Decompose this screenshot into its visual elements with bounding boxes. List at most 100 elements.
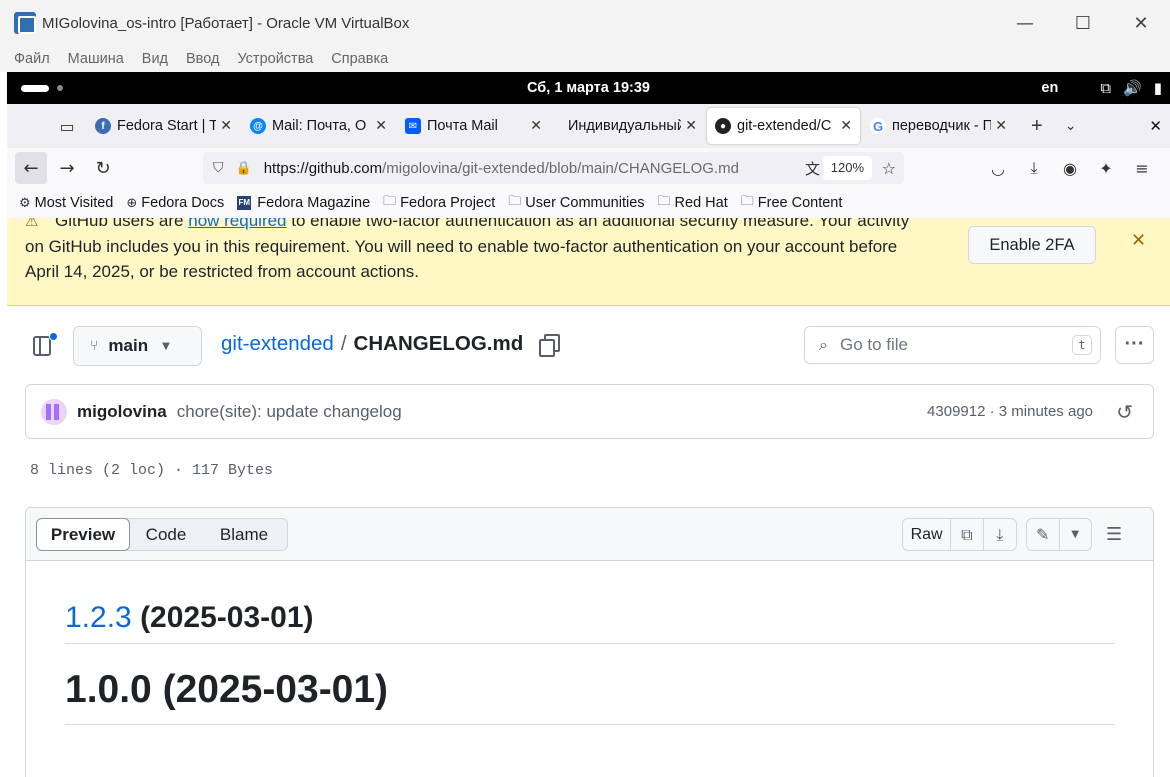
battery-icon[interactable]: ▮ [1154, 79, 1162, 97]
activities-indicator[interactable] [21, 84, 49, 92]
bookmark-fedora-magazine[interactable]: FM Fedora Magazine [237, 195, 370, 211]
bookmark-star-icon[interactable]: ☆ [882, 159, 896, 178]
go-to-file-input[interactable]: ⌕ Go to file t [804, 326, 1101, 364]
search-icon: ⌕ [819, 335, 828, 354]
bookmark-fedora-project[interactable]: 🗀 Fedora Project [383, 192, 495, 214]
commit-author[interactable]: migolovina [77, 402, 167, 422]
tracking-shield-icon[interactable]: ⛉ [213, 160, 224, 176]
bookmark-free-content[interactable]: 🗀 Free Content [741, 192, 843, 214]
file-info: 8 lines (2 loc) · 117 Bytes [30, 462, 274, 479]
bookmark-most-visited[interactable]: ⚙ Most Visited [19, 195, 113, 211]
markdown-body: 1.2.3 (2025-03-01) 1.0.0 (2025-03-01) [65, 601, 1115, 725]
volume-icon[interactable]: 🔊 [1123, 79, 1142, 97]
clock[interactable]: Сб, 1 марта 19:39 [7, 80, 1170, 96]
keyboard-layout[interactable]: en [1041, 80, 1058, 96]
repo-link[interactable]: git-extended [221, 332, 334, 356]
virtualbox-menubar: Файл Машина Вид Ввод Устройства Справка [0, 46, 1170, 72]
tab-close-icon[interactable]: ✕ [220, 118, 232, 134]
close-window-button[interactable]: ✕ [1112, 13, 1170, 34]
window-title: MIGolovina_os-intro [Работает] - Oracle … [42, 14, 410, 32]
tab-fedora-start[interactable]: f Fedora Start | T ✕ [87, 108, 240, 144]
tab-close-icon[interactable]: ✕ [375, 118, 387, 134]
url-text[interactable]: https://github.com/migolovina/git-extend… [264, 160, 739, 177]
two-factor-banner: ⚠ GitHub users are now required to enable… [7, 218, 1170, 306]
bookmark-red-hat[interactable]: 🗀 Red Hat [658, 192, 728, 214]
account-icon[interactable]: ◉ [1052, 159, 1088, 178]
back-button[interactable]: ← [15, 152, 47, 184]
more-options-button[interactable]: ··· [1115, 326, 1154, 364]
tab-mail[interactable]: @ Mail: Почта, О ✕ [242, 108, 395, 144]
commit-sha-time[interactable]: 4309912 · 3 minutes ago [927, 403, 1093, 420]
tab-translator[interactable]: G переводчик - П ✕ [862, 108, 1015, 144]
branch-selector-button[interactable]: ⑂ main ▼ [73, 326, 202, 366]
edit-actions: ✎ ▼ [1026, 518, 1092, 551]
menu-file[interactable]: Файл [14, 51, 50, 67]
heading-1-0-0: 1.0.0 (2025-03-01) [65, 668, 1115, 725]
address-bar[interactable]: ⛉ 🔒 https://github.com/migolovina/git-ex… [203, 152, 904, 184]
google-favicon-icon: G [870, 118, 886, 134]
edit-dropdown-caret-icon[interactable]: ▼ [1060, 519, 1092, 550]
hamburger-menu-icon[interactable]: ≡ [1124, 159, 1160, 178]
commit-message[interactable]: chore(site): update changelog [177, 402, 402, 422]
heading-1-2-3: 1.2.3 (2025-03-01) [65, 601, 1115, 644]
file-tree-toggle-icon[interactable] [33, 332, 58, 358]
reload-button[interactable]: ↻ [87, 152, 119, 184]
gnome-top-bar: Сб, 1 марта 19:39 en ⧉ 🔊 ▮ [7, 72, 1170, 104]
copy-path-icon[interactable] [539, 334, 561, 357]
tab-git-extended[interactable]: ● git-extended/C ✕ [707, 108, 860, 144]
tab-close-icon[interactable]: ✕ [685, 118, 697, 134]
tab-individual[interactable]: Индивидуальный ✕ [552, 108, 705, 144]
enable-2fa-button[interactable]: Enable 2FA [968, 226, 1096, 264]
tab-label: git-extended/C [737, 118, 832, 134]
downloads-icon[interactable]: ⤓ [1016, 158, 1052, 178]
file-viewer-header: Preview Code Blame Raw ⧉ ⤓ ✎ ▼ ☰ [26, 508, 1153, 561]
list-all-tabs-chevron-icon[interactable]: ⌄ [1065, 118, 1077, 134]
bookmark-user-communities[interactable]: 🗀 User Communities [508, 192, 644, 214]
translate-icon[interactable]: 文 [805, 158, 820, 179]
branch-name: main [108, 336, 149, 355]
tab-close-icon[interactable]: ✕ [995, 118, 1007, 134]
copy-raw-icon[interactable]: ⧉ [951, 519, 984, 550]
forward-button[interactable]: → [51, 152, 83, 184]
minimize-button[interactable]: — [996, 13, 1054, 34]
menu-devices[interactable]: Устройства [237, 51, 313, 67]
gear-icon: ⚙ [19, 195, 31, 211]
now-required-link[interactable]: now required [188, 218, 286, 230]
network-icon[interactable]: ⧉ [1100, 79, 1111, 97]
edit-pencil-icon[interactable]: ✎ [1027, 519, 1060, 550]
maximize-button[interactable]: ☐ [1054, 13, 1112, 34]
lock-icon[interactable]: 🔒 [236, 161, 252, 176]
menu-help[interactable]: Справка [331, 51, 388, 67]
globe-icon: ⊕ [126, 195, 138, 211]
breadcrumb: git-extended / CHANGELOG.md [221, 332, 561, 357]
workspace-dot[interactable] [57, 85, 63, 91]
pocket-icon[interactable]: ◡ [980, 159, 1016, 178]
bookmark-fedora-docs[interactable]: ⊕ Fedora Docs [126, 195, 224, 211]
close-browser-icon[interactable]: ✕ [1149, 117, 1162, 135]
breadcrumb-separator: / [340, 332, 347, 355]
menu-input[interactable]: Ввод [186, 51, 219, 67]
dismiss-banner-close-icon[interactable]: ✕ [1131, 230, 1146, 251]
raw-button[interactable]: Raw [903, 519, 952, 550]
new-tab-button[interactable]: + [1031, 115, 1043, 138]
web-page: ⚠ GitHub users are now required to enable… [7, 218, 1170, 777]
menu-view[interactable]: Вид [142, 51, 168, 67]
tab-label: Почта Mail [427, 118, 498, 134]
menu-machine[interactable]: Машина [68, 51, 124, 67]
tab-close-icon[interactable]: ✕ [530, 118, 542, 134]
browser-navbar: ← → ↻ ⛉ 🔒 https://github.com/migolovina/… [7, 148, 1170, 188]
avatar[interactable] [41, 398, 67, 425]
tab-close-icon[interactable]: ✕ [840, 118, 852, 134]
firefox-view-button[interactable]: ▭ [49, 111, 85, 141]
tab-preview[interactable]: Preview [36, 518, 130, 551]
tab-blame[interactable]: Blame [203, 519, 285, 550]
tab-pochta-mail[interactable]: ✉ Почта Mail ✕ [397, 108, 550, 144]
extensions-icon[interactable]: ✦ [1088, 159, 1124, 178]
version-link[interactable]: 1.2.3 [65, 601, 132, 634]
zoom-level[interactable]: 120% [822, 156, 872, 180]
history-icon[interactable]: ↺ [1116, 400, 1133, 424]
outline-list-icon[interactable]: ☰ [1106, 524, 1122, 545]
download-icon[interactable]: ⤓ [984, 519, 1016, 550]
folder-icon: 🗀 [508, 194, 522, 209]
tab-code[interactable]: Code [129, 519, 203, 550]
